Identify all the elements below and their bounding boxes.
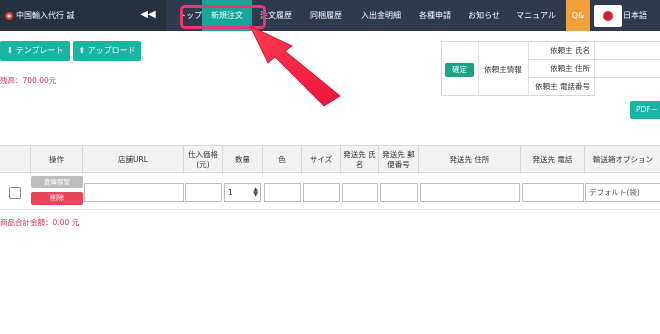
header-recipient-zip: 発送先 郵便番号 xyxy=(379,146,419,174)
upload-button[interactable]: ⬆ アップロード xyxy=(73,41,141,61)
warehouse-storage-button[interactable]: 倉庫保管 xyxy=(31,176,83,188)
nav-applications[interactable]: 各種申請 xyxy=(410,0,460,31)
brand-logo-icon xyxy=(4,11,14,21)
template-download-button[interactable]: ⬇ テンプレート xyxy=(0,41,70,61)
header-recipient-name: 発送先 氏名 xyxy=(341,146,379,174)
row-checkbox[interactable] xyxy=(9,187,21,199)
purchase-price-input[interactable] xyxy=(185,183,222,202)
header-quantity: 数量 xyxy=(223,146,263,174)
order-table-header: 操作 店舗URL 仕入価格(元) 数量 色 サイズ 発送先 氏名 発送先 郵便番… xyxy=(0,145,660,174)
brand-title: 中国輸入代行 誠 xyxy=(16,11,75,20)
header-recipient-phone: 発送先 電話 xyxy=(521,146,585,174)
client-info-group-label: 依頼主情報 xyxy=(484,65,522,74)
spinner-arrows-icon[interactable]: ▲ ▼ xyxy=(253,187,258,198)
client-name-input[interactable] xyxy=(594,42,660,60)
upload-button-label: アップロード xyxy=(87,46,136,55)
template-button-label: テンプレート xyxy=(15,46,64,55)
header-color: 色 xyxy=(263,146,302,174)
client-name-label: 依頼主 氏名 xyxy=(528,42,594,60)
balance-text: 残高：700.00元 xyxy=(0,76,57,85)
header-recipient-address: 発送先 住所 xyxy=(419,146,521,174)
confirm-button[interactable]: 確定 xyxy=(445,63,474,77)
collapse-sidebar-button[interactable]: ◀◀ xyxy=(140,8,156,22)
download-icon: ⬇ xyxy=(6,46,14,55)
header-select xyxy=(0,146,31,174)
client-phone-label: 依頼主 電話番号 xyxy=(535,82,590,91)
upload-icon: ⬆ xyxy=(78,46,86,55)
shipping-box-select[interactable]: デフォルト(袋) xyxy=(585,183,660,202)
nav-deposit-details[interactable]: 入出金明細 xyxy=(352,0,410,31)
header-actions: 操作 xyxy=(31,146,83,174)
highlight-box xyxy=(180,5,266,29)
client-address-input[interactable] xyxy=(594,60,660,78)
nav-manual[interactable]: マニュアル xyxy=(508,0,564,31)
top-nav-bar: 中国輸入代行 誠 ◀◀ トップ 新規注文 注文履歴 同梱履歴 入出金明細 各種申… xyxy=(0,0,660,31)
quantity-value: 1 xyxy=(228,188,233,197)
recipient-name-input[interactable] xyxy=(342,183,378,202)
language-selector[interactable]: 日本語 xyxy=(623,0,647,31)
recipient-address-input[interactable] xyxy=(420,183,520,202)
store-url-input[interactable] xyxy=(84,183,184,202)
delete-row-button[interactable]: 削除 xyxy=(31,192,83,205)
nav-bundle-history[interactable]: 同梱履歴 xyxy=(300,0,352,31)
brand-area: 中国輸入代行 誠 ◀◀ xyxy=(0,0,166,31)
size-input[interactable] xyxy=(303,183,340,202)
recipient-phone-input[interactable] xyxy=(522,183,584,202)
product-total-text: 商品合計金額：0.00 元 xyxy=(0,218,80,227)
recipient-zip-input[interactable] xyxy=(380,183,418,202)
nav-notices[interactable]: お知らせ xyxy=(460,0,508,31)
client-address-label: 依頼主 住所 xyxy=(528,60,594,78)
client-info-panel: 確定 依頼主情報 依頼主 氏名 依頼主 住所 依頼主 電話番号 xyxy=(441,41,660,96)
header-store-url: 店舗URL xyxy=(83,146,184,174)
header-purchase-price: 仕入価格(元) xyxy=(184,146,223,174)
header-shipping-box: 輸送箱オプション xyxy=(593,155,653,164)
color-input[interactable] xyxy=(264,183,301,202)
quantity-stepper[interactable]: 1 ▲ ▼ xyxy=(224,183,261,202)
japan-flag-icon[interactable] xyxy=(594,5,622,27)
pdf-button[interactable]: PDF－ xyxy=(630,101,660,119)
header-size: サイズ xyxy=(302,146,341,174)
client-phone-input[interactable] xyxy=(594,78,660,96)
nav-qa[interactable]: Q& xyxy=(566,0,590,31)
